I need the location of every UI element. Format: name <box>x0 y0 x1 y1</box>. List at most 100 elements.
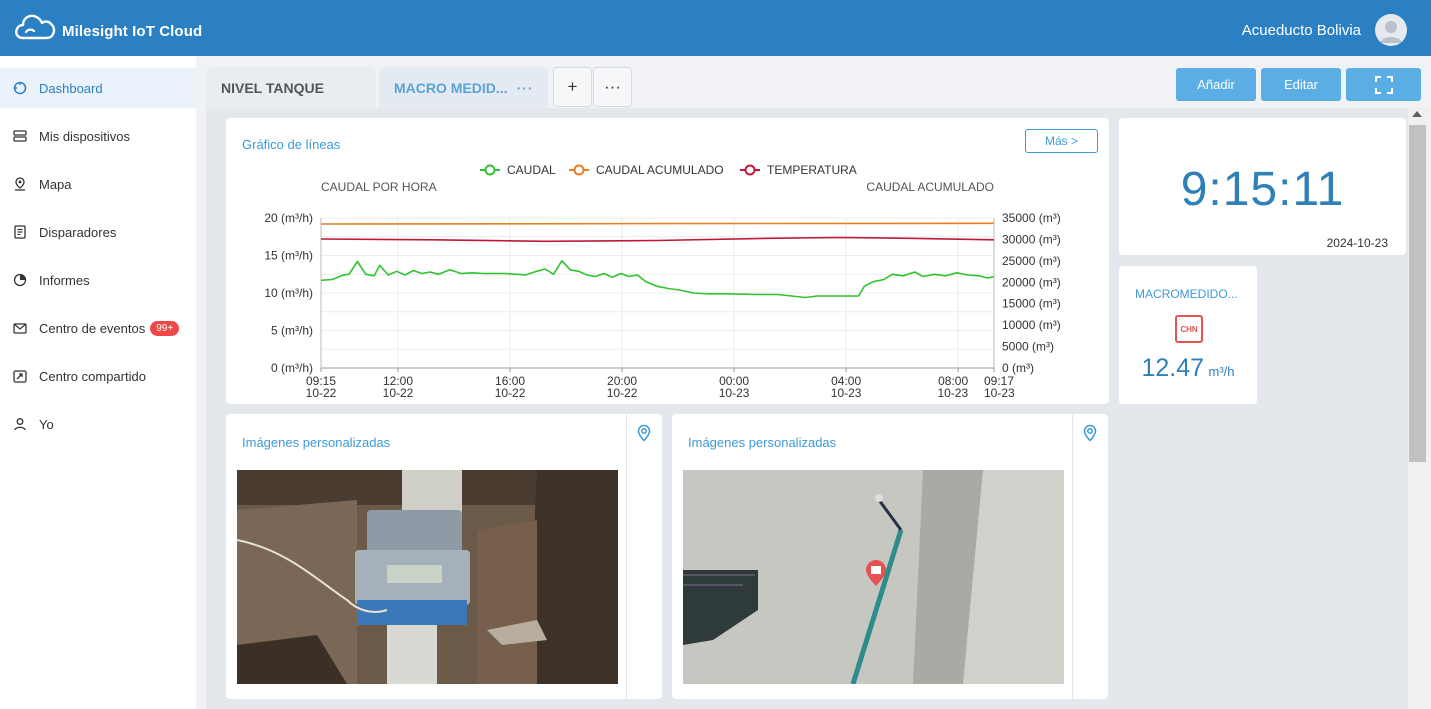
y-right-tick-label: 10000 (m³) <box>1002 318 1061 332</box>
divider <box>1072 414 1073 699</box>
divider <box>626 414 627 699</box>
tab-nivel-tanque[interactable]: NIVEL TANQUE <box>206 67 376 108</box>
x-tick-date: 10-22 <box>383 386 414 400</box>
edit-dashboard-button[interactable]: Editar <box>1261 68 1341 101</box>
location-pin-icon[interactable] <box>1081 424 1099 442</box>
meter-reading: 12.47 m³/h <box>1119 354 1257 383</box>
avatar[interactable] <box>1375 14 1407 46</box>
sidebar-item-label: Mis dispositivos <box>39 128 131 144</box>
tab-label: MACRO MEDID... <box>394 79 508 96</box>
sidebar-item-events[interactable]: Centro de eventos 99+ <box>0 308 196 348</box>
sidebar-item-triggers[interactable]: Disparadores <box>0 212 196 252</box>
page-scrollbar[interactable] <box>1408 108 1431 709</box>
legend-label: TEMPERATURA <box>767 163 857 177</box>
tab-options-button[interactable]: ··· <box>593 67 632 107</box>
y-right-tick-label: 5000 (m³) <box>1002 340 1054 354</box>
clock-widget: 9:15:11 2024-10-23 <box>1119 118 1406 255</box>
series-line-caudal-acumulado <box>320 222 995 225</box>
water-meter-photo <box>237 470 618 684</box>
y-left-tick-label: 20 (m³/h) <box>264 211 313 225</box>
right-axis-title: CAUDAL ACUMULADO <box>866 180 994 194</box>
sidebar-item-label: Dashboard <box>39 80 103 96</box>
legend-marker <box>573 164 585 176</box>
events-icon <box>12 320 28 336</box>
y-right-tick-label: 15000 (m³) <box>1002 297 1061 311</box>
sidebar-item-label: Centro de eventos <box>39 320 146 336</box>
sidebar-item-label: Mapa <box>39 176 72 192</box>
sidebar-item-map[interactable]: Mapa <box>0 164 196 204</box>
widget-title: Imágenes personalizadas <box>688 435 837 450</box>
sidebar-item-reports[interactable]: Informes <box>0 260 196 300</box>
x-tick-date: 10-22 <box>306 386 337 400</box>
widget-title: Imágenes personalizadas <box>242 435 391 450</box>
reports-icon <box>12 272 28 288</box>
legend-label: CAUDAL ACUMULADO <box>596 163 724 177</box>
x-tick-date: 10-23 <box>719 386 750 400</box>
left-axis-title: CAUDAL POR HORA <box>321 180 437 194</box>
macromedidor-widget: MACROMEDIDO... CHN 12.47 m³/h <box>1119 266 1257 404</box>
meter-unit: m³/h <box>1208 364 1235 379</box>
map-icon <box>12 176 28 192</box>
user-menu[interactable]: Acueducto Bolivia <box>1242 14 1407 46</box>
sidebar-item-dashboard[interactable]: Dashboard <box>0 68 196 108</box>
fullscreen-button[interactable] <box>1346 68 1421 101</box>
x-tick-date: 10-22 <box>495 386 526 400</box>
avatar-person-icon <box>1380 21 1402 43</box>
add-tab-button[interactable]: + <box>553 67 592 107</box>
location-pin-icon[interactable] <box>635 424 653 442</box>
user-name: Acueducto Bolivia <box>1241 21 1361 39</box>
scrollbar-thumb[interactable] <box>1409 125 1426 462</box>
y-left-tick-label: 15 (m³/h) <box>264 249 313 263</box>
sidebar-item-devices[interactable]: Mis dispositivos <box>0 116 196 156</box>
events-count-badge: 99+ <box>150 320 180 336</box>
widget-title: MACROMEDIDO... <box>1135 287 1238 301</box>
x-tick-date: 10-23 <box>831 386 862 400</box>
series-line-temperatura <box>320 236 995 243</box>
chart-series <box>320 222 995 299</box>
y-left-tick-label: 0 (m³/h) <box>271 361 313 375</box>
sidebar-item-label: Disparadores <box>39 224 117 240</box>
x-tick-date: 10-23 <box>937 386 968 400</box>
y-right-tick-label: 25000 (m³) <box>1002 254 1061 268</box>
tank-pipe-photo <box>683 470 1064 684</box>
clock-date: 2024-10-23 <box>1326 236 1388 250</box>
y-left-tick-label: 5 (m³/h) <box>271 324 313 338</box>
triggers-icon <box>12 224 28 240</box>
tab-label: NIVEL TANQUE <box>221 79 324 96</box>
y-right-tick-label: 20000 (m³) <box>1002 275 1061 289</box>
y-right-tick-label: 0 (m³) <box>1002 361 1034 375</box>
clock-time: 9:15:11 <box>1180 163 1345 216</box>
chart-legend: CAUDAL CAUDAL ACUMULADO TEMPERATURA <box>480 163 857 177</box>
sidebar: Dashboard Mis dispositivos Mapa Disparad… <box>0 56 196 709</box>
scroll-up-arrow-icon[interactable] <box>1412 111 1422 117</box>
line-chart: CAUDAL CAUDAL ACUMULADO TEMPERATURA CAUDAL… <box>264 163 1061 400</box>
add-widget-button[interactable]: Añadir <box>1176 68 1256 101</box>
meter-value: 12.47 <box>1141 354 1205 382</box>
sidebar-item-me[interactable]: Yo <box>0 404 196 444</box>
tab-macro-medidor[interactable]: MACRO MEDID... ··· <box>379 67 548 108</box>
app-logo[interactable]: Milesight IoT Cloud <box>14 12 202 42</box>
app-header: Milesight IoT Cloud Acueducto Bolivia <box>0 0 1431 56</box>
x-tick-date: 10-23 <box>984 386 1015 400</box>
legend-marker <box>744 164 756 176</box>
meter-logo-text: CHN <box>1180 324 1198 334</box>
line-chart-widget: Gráfico de líneas Más > CAUDAL CAUDAL ACU… <box>226 118 1109 404</box>
cloud-logo-icon <box>15 14 56 40</box>
series-line-caudal <box>320 260 995 299</box>
fullscreen-icon <box>1374 75 1393 94</box>
tab-more-icon[interactable]: ··· <box>517 80 534 96</box>
x-tick-date: 10-22 <box>607 386 638 400</box>
legend-label: CAUDAL <box>507 163 556 177</box>
y-left-tick-label: 10 (m³/h) <box>264 286 313 300</box>
dashboard-canvas: Gráfico de líneas Más > CAUDAL CAUDAL ACU… <box>206 108 1408 709</box>
y-right-tick-label: 30000 (m³) <box>1002 232 1061 246</box>
devices-icon <box>12 128 28 144</box>
meter-logo-icon: CHN <box>1175 315 1203 343</box>
legend-marker <box>484 164 496 176</box>
dashboard-icon <box>12 80 28 96</box>
user-icon <box>12 416 28 432</box>
sidebar-item-shared[interactable]: Centro compartido <box>0 356 196 396</box>
image-widget-1: Imágenes personalizadas <box>226 414 662 699</box>
image-widget-2: Imágenes personalizadas <box>672 414 1108 699</box>
app-title: Milesight IoT Cloud <box>62 22 203 40</box>
